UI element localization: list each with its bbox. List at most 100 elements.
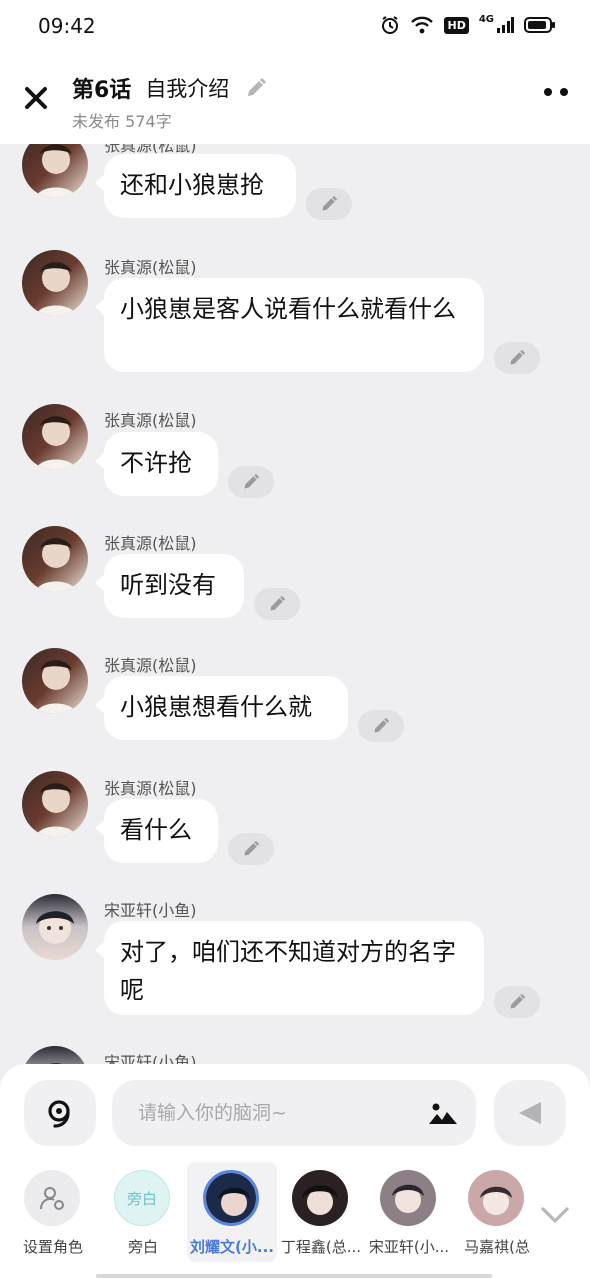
alarm-icon: [380, 14, 400, 36]
status-icons: HD 4G: [380, 14, 556, 36]
person-settings-icon: [24, 1170, 80, 1226]
role-label: 丁程鑫(总...: [280, 1238, 362, 1256]
avatar: [203, 1170, 259, 1226]
edit-title-button[interactable]: [245, 77, 267, 99]
pencil-icon: [270, 595, 286, 611]
image-icon: [429, 1103, 457, 1124]
avatar[interactable]: [22, 404, 88, 470]
swirl-icon: [48, 1100, 70, 1128]
avatar-photo-icon: [22, 526, 88, 592]
avatar-photo-icon: [22, 144, 88, 198]
edit-message-button[interactable]: [494, 986, 540, 1018]
sender-name: 张真源(松鼠): [104, 534, 197, 553]
sender-name: 张真源(松鼠): [104, 411, 197, 430]
avatar[interactable]: [22, 526, 88, 592]
avatar: [292, 1170, 348, 1226]
pencil-icon: [244, 840, 260, 856]
avatar[interactable]: [22, 894, 88, 960]
pencil-icon: [322, 195, 338, 211]
composer-input[interactable]: [138, 1080, 418, 1146]
edit-message-button[interactable]: [494, 342, 540, 374]
role-item[interactable]: 马嘉祺(总: [452, 1162, 542, 1262]
message-text: 听到没有: [120, 571, 216, 599]
close-button[interactable]: [18, 80, 54, 116]
narrator-badge-text: 旁白: [126, 1189, 157, 1208]
message-bubble[interactable]: 对了，咱们还不知道对方的名字呢: [95, 921, 484, 1015]
message-bubble[interactable]: 小狼崽想看什么就: [95, 676, 348, 740]
avatar[interactable]: [22, 144, 88, 198]
role-scrollbar[interactable]: [96, 1274, 492, 1278]
chapter-number: 第6话: [72, 78, 132, 103]
edit-message-button[interactable]: [228, 466, 274, 498]
message-text: 小狼崽想看什么就: [120, 693, 312, 721]
pencil-icon: [244, 473, 260, 489]
sender-name: 张真源(松鼠): [104, 258, 197, 277]
edit-message-button[interactable]: [228, 833, 274, 865]
close-icon: [25, 87, 47, 109]
idea-button[interactable]: [24, 1080, 96, 1146]
status-bar: 09:42 HD 4G: [0, 0, 590, 52]
edit-message-button[interactable]: [306, 188, 352, 220]
message-bubble[interactable]: 听到没有: [95, 554, 244, 618]
hd-icon: HD: [444, 14, 469, 36]
pencil-icon: [374, 717, 390, 733]
role-item-settings[interactable]: 设置角色: [8, 1162, 98, 1262]
signal-icon: 4G: [479, 14, 514, 36]
message-text: 不许抢: [120, 449, 192, 477]
message-text: 小狼崽是客人说看什么就看什么: [120, 295, 456, 323]
avatar[interactable]: [22, 648, 88, 714]
role-label: 刘耀文(小...: [190, 1238, 274, 1256]
more-dot-icon: [560, 88, 568, 96]
edit-message-button[interactable]: [358, 710, 404, 742]
hd-label: HD: [444, 16, 469, 34]
message-bubble[interactable]: 小狼崽是客人说看什么就看什么: [95, 278, 484, 372]
sender-name: 张真源(松鼠): [104, 656, 197, 675]
avatar[interactable]: [22, 771, 88, 837]
status-time: 09:42: [38, 14, 96, 38]
role-label: 马嘉祺(总: [464, 1238, 530, 1256]
message-bubble[interactable]: 不许抢: [95, 432, 218, 496]
edit-message-button[interactable]: [254, 588, 300, 620]
expand-roles-button[interactable]: [540, 1206, 570, 1228]
avatar[interactable]: [22, 1046, 88, 1064]
sender-name: 宋亚轩(小鱼): [104, 1053, 197, 1064]
wifi-icon: [410, 14, 434, 36]
role-label: 宋亚轩(小...: [368, 1238, 450, 1256]
message-bubble[interactable]: 还和小狼崽抢: [95, 154, 296, 218]
role-label: 旁白: [127, 1238, 158, 1256]
chevron-down-icon: [541, 1207, 569, 1223]
message-text: 还和小狼崽抢: [120, 171, 264, 199]
image-button[interactable]: [428, 1100, 458, 1130]
role-label: 设置角色: [22, 1238, 83, 1256]
send-icon: [519, 1102, 541, 1124]
sender-name: 张真源(松鼠): [104, 779, 197, 798]
more-dot-icon: [544, 88, 552, 96]
avatar[interactable]: [22, 250, 88, 316]
network-label: 4G: [478, 14, 494, 25]
publish-meta: 未发布 574字: [72, 112, 172, 131]
sender-name: 宋亚轩(小鱼): [104, 901, 197, 920]
send-button[interactable]: [494, 1080, 566, 1146]
message-text: 对了，咱们还不知道对方的名字呢: [120, 938, 456, 1004]
avatar-photo-icon: [22, 404, 88, 470]
composer-panel: 设置角色 旁白 旁白 刘耀文(小... 丁程鑫(总... 宋亚轩(小...: [0, 1064, 590, 1280]
pencil-icon: [510, 349, 526, 365]
avatar-photo-icon: [22, 894, 88, 960]
composer-input-box[interactable]: [112, 1080, 476, 1146]
chat-list[interactable]: 张真源(松鼠) 还和小狼崽抢 张真源(松鼠) 小狼崽是客人说看什么就看什么 张真…: [0, 144, 590, 1064]
role-item[interactable]: 丁程鑫(总...: [276, 1162, 366, 1262]
avatar-photo-icon: [22, 250, 88, 316]
battery-icon: [524, 14, 556, 36]
message-bubble[interactable]: 看什么: [95, 799, 218, 863]
pencil-icon: [248, 78, 267, 96]
role-item[interactable]: 宋亚轩(小...: [364, 1162, 454, 1262]
chapter-title: 自我介绍: [145, 77, 230, 101]
avatar-photo-icon: [22, 1046, 88, 1064]
more-button[interactable]: [544, 88, 568, 96]
pencil-icon: [510, 993, 526, 1009]
avatar-photo-icon: [22, 771, 88, 837]
avatar: [380, 1170, 436, 1226]
role-item-narrator[interactable]: 旁白 旁白: [98, 1162, 188, 1262]
role-item-active[interactable]: 刘耀文(小...: [187, 1162, 277, 1262]
avatar: [468, 1170, 524, 1226]
